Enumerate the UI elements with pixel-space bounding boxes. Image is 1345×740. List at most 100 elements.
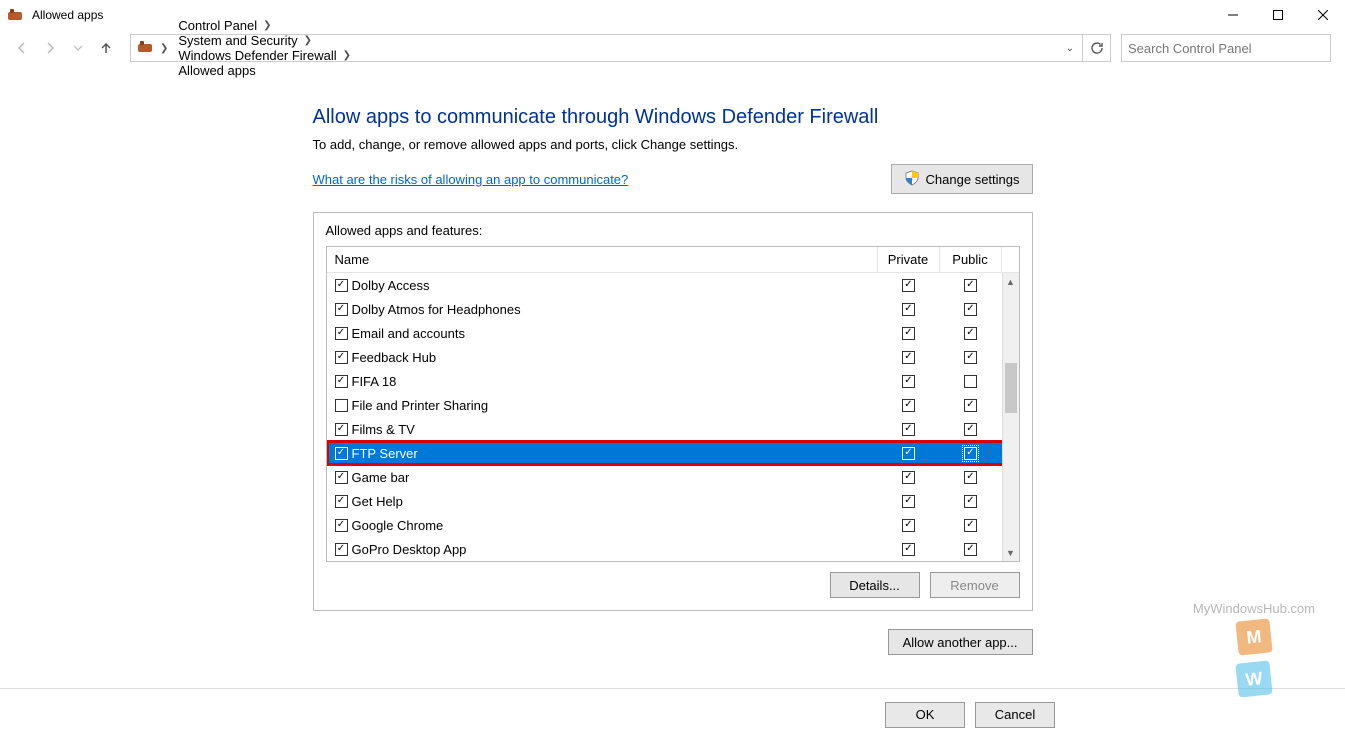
page-heading: Allow apps to communicate through Window… [313, 106, 1033, 129]
public-checkbox[interactable]: ✓ [964, 543, 977, 556]
address-bar-icon [136, 38, 156, 58]
breadcrumb-item[interactable]: Control Panel [172, 18, 259, 33]
app-name: Dolby Access [352, 278, 430, 293]
forward-button[interactable] [38, 36, 62, 60]
app-enabled-checkbox[interactable]: ✓ [335, 471, 348, 484]
back-button[interactable] [10, 36, 34, 60]
app-name: FTP Server [352, 446, 418, 461]
maximize-button[interactable] [1255, 0, 1300, 30]
public-checkbox[interactable]: ✓ [964, 471, 977, 484]
address-bar[interactable]: ❯ Control Panel❯System and Security❯Wind… [130, 34, 1083, 62]
chevron-down-icon[interactable]: ⌄ [1060, 43, 1080, 54]
chevron-right-icon[interactable]: ❯ [259, 20, 275, 31]
column-header-name[interactable]: Name [327, 247, 878, 273]
private-checkbox[interactable]: ✓ [902, 399, 915, 412]
scrollbar[interactable]: ▲ ▼ [1002, 273, 1019, 561]
content-area: Allow apps to communicate through Window… [0, 66, 1345, 688]
cancel-button[interactable]: Cancel [975, 702, 1055, 728]
private-checkbox[interactable]: ✓ [902, 351, 915, 364]
app-name: File and Printer Sharing [352, 398, 489, 413]
app-enabled-checkbox[interactable]: ✓ [335, 327, 348, 340]
app-enabled-checkbox[interactable]: ✓ [335, 495, 348, 508]
search-input[interactable]: Search Control Panel [1121, 34, 1331, 62]
private-checkbox[interactable]: ✓ [902, 279, 915, 292]
column-header-private[interactable]: Private [878, 247, 940, 273]
table-row[interactable]: ✓ FTP Server ✓ ✓ [327, 441, 1019, 465]
table-row[interactable]: ✓ Feedback Hub ✓ ✓ [327, 345, 1019, 369]
search-placeholder: Search Control Panel [1128, 41, 1252, 56]
table-row[interactable]: ✓ Dolby Access ✓ ✓ [327, 273, 1019, 297]
app-name: Dolby Atmos for Headphones [352, 302, 521, 317]
app-enabled-checkbox[interactable]: ✓ [335, 279, 348, 292]
app-name: Game bar [352, 470, 410, 485]
chevron-right-icon[interactable]: ❯ [300, 35, 316, 46]
app-name: Feedback Hub [352, 350, 437, 365]
private-checkbox[interactable]: ✓ [902, 447, 915, 460]
window-title: Allowed apps [32, 8, 103, 22]
app-name: FIFA 18 [352, 374, 397, 389]
private-checkbox[interactable]: ✓ [902, 375, 915, 388]
private-checkbox[interactable]: ✓ [902, 519, 915, 532]
table-row[interactable]: ✓ Google Chrome ✓ ✓ [327, 513, 1019, 537]
table-row[interactable]: ✓ GoPro Desktop App ✓ ✓ [327, 537, 1019, 561]
app-name: GoPro Desktop App [352, 542, 467, 557]
public-checkbox[interactable]: ✓ [964, 495, 977, 508]
table-row[interactable]: ✓Get Help✓✓ [327, 489, 1019, 513]
public-checkbox[interactable]: ✓ [964, 519, 977, 532]
table-row[interactable]: ✓Films & TV✓✓ [327, 417, 1019, 441]
allow-another-app-button[interactable]: Allow another app... [888, 629, 1033, 655]
app-enabled-checkbox[interactable]: ✓ [335, 423, 348, 436]
allowed-apps-group: Allowed apps and features: Name Private … [313, 212, 1033, 611]
risks-link[interactable]: What are the risks of allowing an app to… [313, 172, 629, 187]
app-name: Email and accounts [352, 326, 465, 341]
private-checkbox[interactable]: ✓ [902, 303, 915, 316]
app-name: Google Chrome [352, 518, 444, 533]
public-checkbox[interactable]: ✓ [964, 447, 977, 460]
app-icon [6, 6, 24, 24]
change-settings-button[interactable]: Change settings [891, 164, 1033, 194]
public-checkbox[interactable]: ✓ [964, 351, 977, 364]
scroll-down-button[interactable]: ▼ [1003, 544, 1019, 561]
details-button[interactable]: Details... [830, 572, 920, 598]
private-checkbox[interactable]: ✓ [902, 327, 915, 340]
private-checkbox[interactable]: ✓ [902, 495, 915, 508]
nav-bar: ❯ Control Panel❯System and Security❯Wind… [0, 30, 1345, 66]
app-enabled-checkbox[interactable]: ✓ [335, 447, 348, 460]
app-enabled-checkbox[interactable]: ✓ [335, 543, 348, 556]
breadcrumb-item[interactable]: Windows Defender Firewall [172, 48, 338, 63]
app-enabled-checkbox[interactable]: ✓ [335, 519, 348, 532]
app-enabled-checkbox[interactable]: ✓ [335, 375, 348, 388]
private-checkbox[interactable]: ✓ [902, 471, 915, 484]
close-button[interactable] [1300, 0, 1345, 30]
refresh-button[interactable] [1083, 34, 1111, 62]
table-row[interactable]: File and Printer Sharing ✓ ✓ [327, 393, 1019, 417]
app-enabled-checkbox[interactable]: ✓ [335, 351, 348, 364]
public-checkbox[interactable]: ✓ [964, 303, 977, 316]
table-row[interactable]: ✓ Email and accounts ✓ ✓ [327, 321, 1019, 345]
public-checkbox[interactable] [964, 375, 977, 388]
app-enabled-checkbox[interactable]: ✓ [335, 303, 348, 316]
private-checkbox[interactable]: ✓ [902, 423, 915, 436]
breadcrumb-item[interactable]: System and Security [172, 33, 299, 48]
allowed-apps-table: Name Private Public ✓ Dolby Access ✓ ✓ ✓ Dolb… [326, 246, 1020, 562]
up-button[interactable] [94, 36, 118, 60]
public-checkbox[interactable]: ✓ [964, 279, 977, 292]
app-enabled-checkbox[interactable] [335, 399, 348, 412]
public-checkbox[interactable]: ✓ [964, 399, 977, 412]
scroll-thumb[interactable] [1005, 363, 1017, 413]
ok-button[interactable]: OK [885, 702, 965, 728]
chevron-right-icon[interactable]: ❯ [339, 50, 355, 61]
scroll-up-button[interactable]: ▲ [1003, 273, 1019, 290]
table-row[interactable]: ✓ FIFA 18 ✓ [327, 369, 1019, 393]
minimize-button[interactable] [1210, 0, 1255, 30]
table-row[interactable]: ✓ Game bar ✓ ✓ [327, 465, 1019, 489]
shield-icon [904, 170, 920, 189]
remove-button[interactable]: Remove [930, 572, 1020, 598]
private-checkbox[interactable]: ✓ [902, 543, 915, 556]
public-checkbox[interactable]: ✓ [964, 327, 977, 340]
column-header-public[interactable]: Public [940, 247, 1002, 273]
recent-locations-button[interactable] [66, 36, 90, 60]
chevron-right-icon[interactable]: ❯ [156, 43, 172, 54]
table-row[interactable]: ✓ Dolby Atmos for Headphones ✓ ✓ [327, 297, 1019, 321]
public-checkbox[interactable]: ✓ [964, 423, 977, 436]
